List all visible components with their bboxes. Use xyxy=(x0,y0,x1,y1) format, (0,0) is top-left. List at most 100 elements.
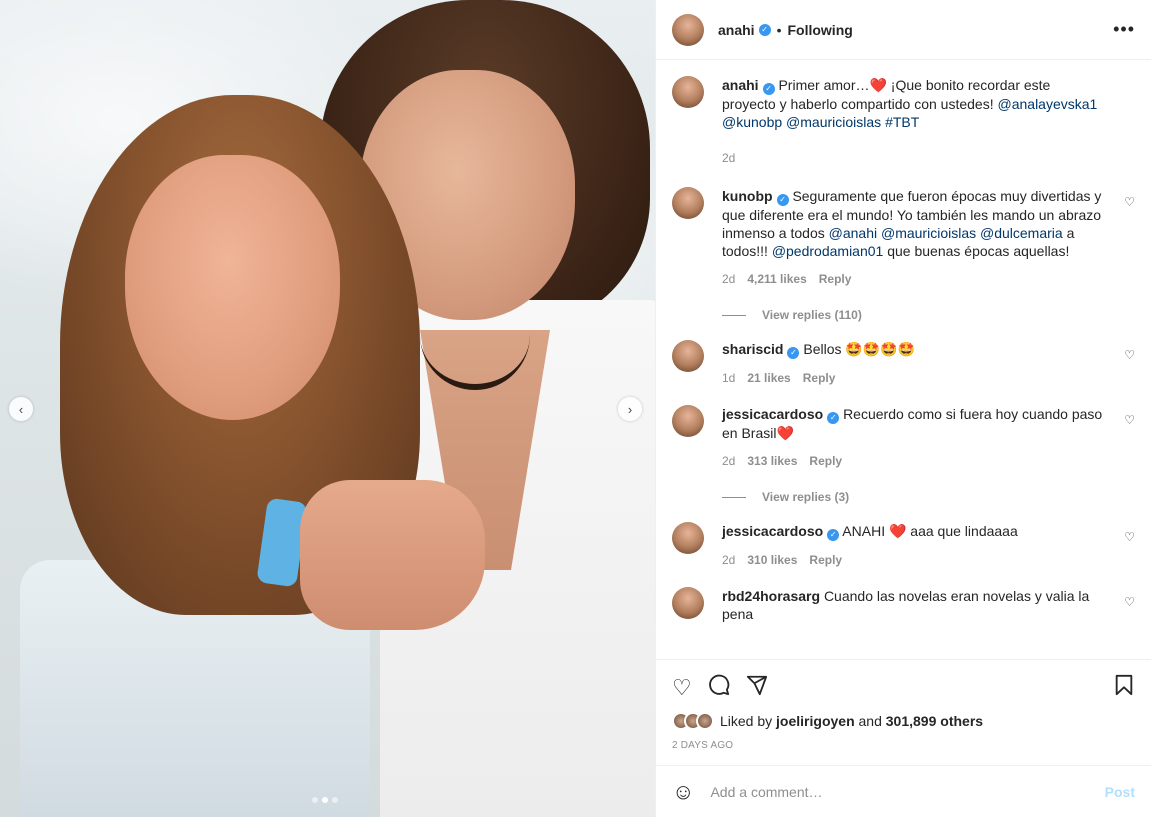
more-options-icon[interactable]: ••• xyxy=(1113,19,1135,40)
comment-item: jessicacardoso ✓ Recuerdo como si fuera h… xyxy=(672,405,1135,468)
comment-likes[interactable]: 310 likes xyxy=(747,553,797,567)
comment-meta: 2d 310 likes Reply xyxy=(722,553,1107,567)
post-dialog: ‹ › anahi ✓ • Following ••• anahi ✓ Prim… xyxy=(0,0,1151,817)
liked-by-count[interactable]: 301,899 others xyxy=(886,713,983,729)
reply-button[interactable]: Reply xyxy=(803,371,836,385)
avatar[interactable] xyxy=(672,13,704,46)
reply-button[interactable]: Reply xyxy=(809,454,842,468)
comment-username[interactable]: shariscid xyxy=(722,341,783,357)
post-header: anahi ✓ • Following ••• xyxy=(656,0,1151,60)
following-button[interactable]: Following xyxy=(787,22,852,38)
view-replies-button[interactable]: View replies (3) xyxy=(722,490,1135,504)
like-comment-heart-icon[interactable]: ♡ xyxy=(1124,595,1135,609)
comments-list[interactable]: anahi ✓ Primer amor…❤️ ¡Que bonito record… xyxy=(656,60,1151,659)
comment-body: kunobp ✓ Seguramente que fueron épocas mu… xyxy=(722,187,1135,286)
comment-likes[interactable]: 4,211 likes xyxy=(747,272,806,286)
comment-text: jessicacardoso ✓ Recuerdo como si fuera h… xyxy=(722,405,1107,442)
reply-button[interactable]: Reply xyxy=(819,272,852,286)
like-comment-heart-icon[interactable]: ♡ xyxy=(1124,530,1135,544)
reply-button[interactable]: Reply xyxy=(809,553,842,567)
mention-link[interactable]: @pedrodamian01 xyxy=(772,243,884,259)
post-timestamp[interactable]: 2 DAYS AGO xyxy=(672,740,1135,751)
view-replies-label: View replies (3) xyxy=(762,490,850,504)
avatar[interactable] xyxy=(672,187,704,219)
mention-link[interactable]: @analayevska1 xyxy=(998,96,1098,112)
chevron-left-icon: ‹ xyxy=(18,401,24,417)
caption-time[interactable]: 2d xyxy=(722,151,735,165)
caption-meta: 2d xyxy=(722,151,1107,165)
like-comment-heart-icon[interactable]: ♡ xyxy=(1124,413,1135,427)
verified-badge-icon: ✓ xyxy=(827,412,840,424)
carousel-dot xyxy=(312,797,318,803)
heart-emoji-icon: ❤️ xyxy=(869,77,887,93)
liked-by-user[interactable]: joelirigoyen xyxy=(776,713,855,729)
comment-meta: 2d 4,211 likes Reply xyxy=(722,272,1107,286)
comment-text: kunobp ✓ Seguramente que fueron épocas mu… xyxy=(722,187,1107,260)
mention-link[interactable]: @kunobp xyxy=(722,114,782,130)
comment-text: jessicacardoso ✓ ANAHI ❤️ aaa que lindaaa… xyxy=(722,522,1107,541)
photo-woman-face xyxy=(125,155,340,420)
comment-text: rbd24horasarg Cuando las novelas eran no… xyxy=(722,587,1107,623)
mention-link[interactable]: @anahi xyxy=(829,225,877,241)
carousel-next-button[interactable]: › xyxy=(618,397,642,421)
avatar[interactable] xyxy=(672,340,704,372)
separator-dot: • xyxy=(776,21,782,38)
mention-link[interactable]: @mauricioislas xyxy=(881,225,976,241)
comment-likes[interactable]: 21 likes xyxy=(747,371,790,385)
comment-time[interactable]: 2d xyxy=(722,272,735,286)
comment-body: shariscid ✓ Bellos 🤩🤩🤩🤩 1d 21 likes Reply xyxy=(722,340,1135,385)
comment-time[interactable]: 2d xyxy=(722,454,735,468)
header-username[interactable]: anahi xyxy=(718,22,755,38)
like-comment-heart-icon[interactable]: ♡ xyxy=(1124,195,1135,209)
chevron-right-icon: › xyxy=(627,401,633,417)
caption: anahi ✓ Primer amor…❤️ ¡Que bonito record… xyxy=(672,76,1135,165)
post-comment-button[interactable]: Post xyxy=(1105,784,1135,800)
comment-username[interactable]: rbd24horasarg xyxy=(722,588,820,604)
share-send-icon[interactable] xyxy=(746,674,768,702)
liked-by-text: Liked by joelirigoyen and 301,899 others xyxy=(720,713,983,729)
mention-link[interactable]: @mauricioislas xyxy=(786,114,881,130)
hashtag-link[interactable]: #TBT xyxy=(885,114,919,130)
like-comment-heart-icon[interactable]: ♡ xyxy=(1124,348,1135,362)
carousel-indicator xyxy=(312,797,338,803)
comment-item: rbd24horasarg Cuando las novelas eran no… xyxy=(672,587,1135,623)
comment-username[interactable]: jessicacardoso xyxy=(722,523,823,539)
avatar[interactable] xyxy=(672,587,704,619)
comment-time[interactable]: 2d xyxy=(722,553,735,567)
post-photo[interactable]: ‹ › xyxy=(0,0,655,817)
comment-bubble-icon[interactable] xyxy=(708,674,730,702)
comment-text-part: Bellos 🤩🤩🤩🤩 xyxy=(803,341,916,357)
heart-emoji-icon: ❤️ xyxy=(776,425,794,441)
comment-input[interactable] xyxy=(710,783,1105,800)
post-actions: ♡ Liked by joelirigoyen and 301,899 othe… xyxy=(656,659,1151,765)
comment-time[interactable]: 1d xyxy=(722,371,735,385)
emoji-picker-icon[interactable]: ☺ xyxy=(672,779,694,805)
verified-badge-icon: ✓ xyxy=(827,529,840,541)
liked-by-and: and xyxy=(854,713,886,729)
caption-text-start: Primer amor… xyxy=(778,77,870,93)
view-replies-button[interactable]: View replies (110) xyxy=(722,308,1135,322)
caption-text: anahi ✓ Primer amor…❤️ ¡Que bonito record… xyxy=(722,76,1107,131)
replies-line xyxy=(722,314,746,316)
bookmark-icon[interactable] xyxy=(1113,674,1135,702)
avatar[interactable] xyxy=(672,76,704,108)
carousel-dot xyxy=(332,797,338,803)
liked-by-prefix: Liked by xyxy=(720,713,777,729)
view-replies-label: View replies (110) xyxy=(762,308,862,322)
comment-username[interactable]: kunobp xyxy=(722,188,773,204)
mention-link[interactable]: @dulcemaria xyxy=(980,225,1063,241)
comment-text-part: aaa que lindaaaa xyxy=(906,523,1018,539)
verified-badge-icon: ✓ xyxy=(758,23,771,36)
comment-likes[interactable]: 313 likes xyxy=(747,454,797,468)
avatar[interactable] xyxy=(672,405,704,437)
comment-body: jessicacardoso ✓ ANAHI ❤️ aaa que lindaaa… xyxy=(722,522,1135,567)
carousel-prev-button[interactable]: ‹ xyxy=(9,397,33,421)
carousel-dot-active xyxy=(322,797,328,803)
like-heart-icon[interactable]: ♡ xyxy=(672,675,692,701)
heart-emoji-icon: ❤️ xyxy=(888,523,907,539)
comment-item: jessicacardoso ✓ ANAHI ❤️ aaa que lindaaa… xyxy=(672,522,1135,567)
avatar[interactable] xyxy=(672,522,704,554)
caption-username[interactable]: anahi xyxy=(722,77,759,93)
comment-username[interactable]: jessicacardoso xyxy=(722,406,823,422)
caption-body: anahi ✓ Primer amor…❤️ ¡Que bonito record… xyxy=(722,76,1135,165)
